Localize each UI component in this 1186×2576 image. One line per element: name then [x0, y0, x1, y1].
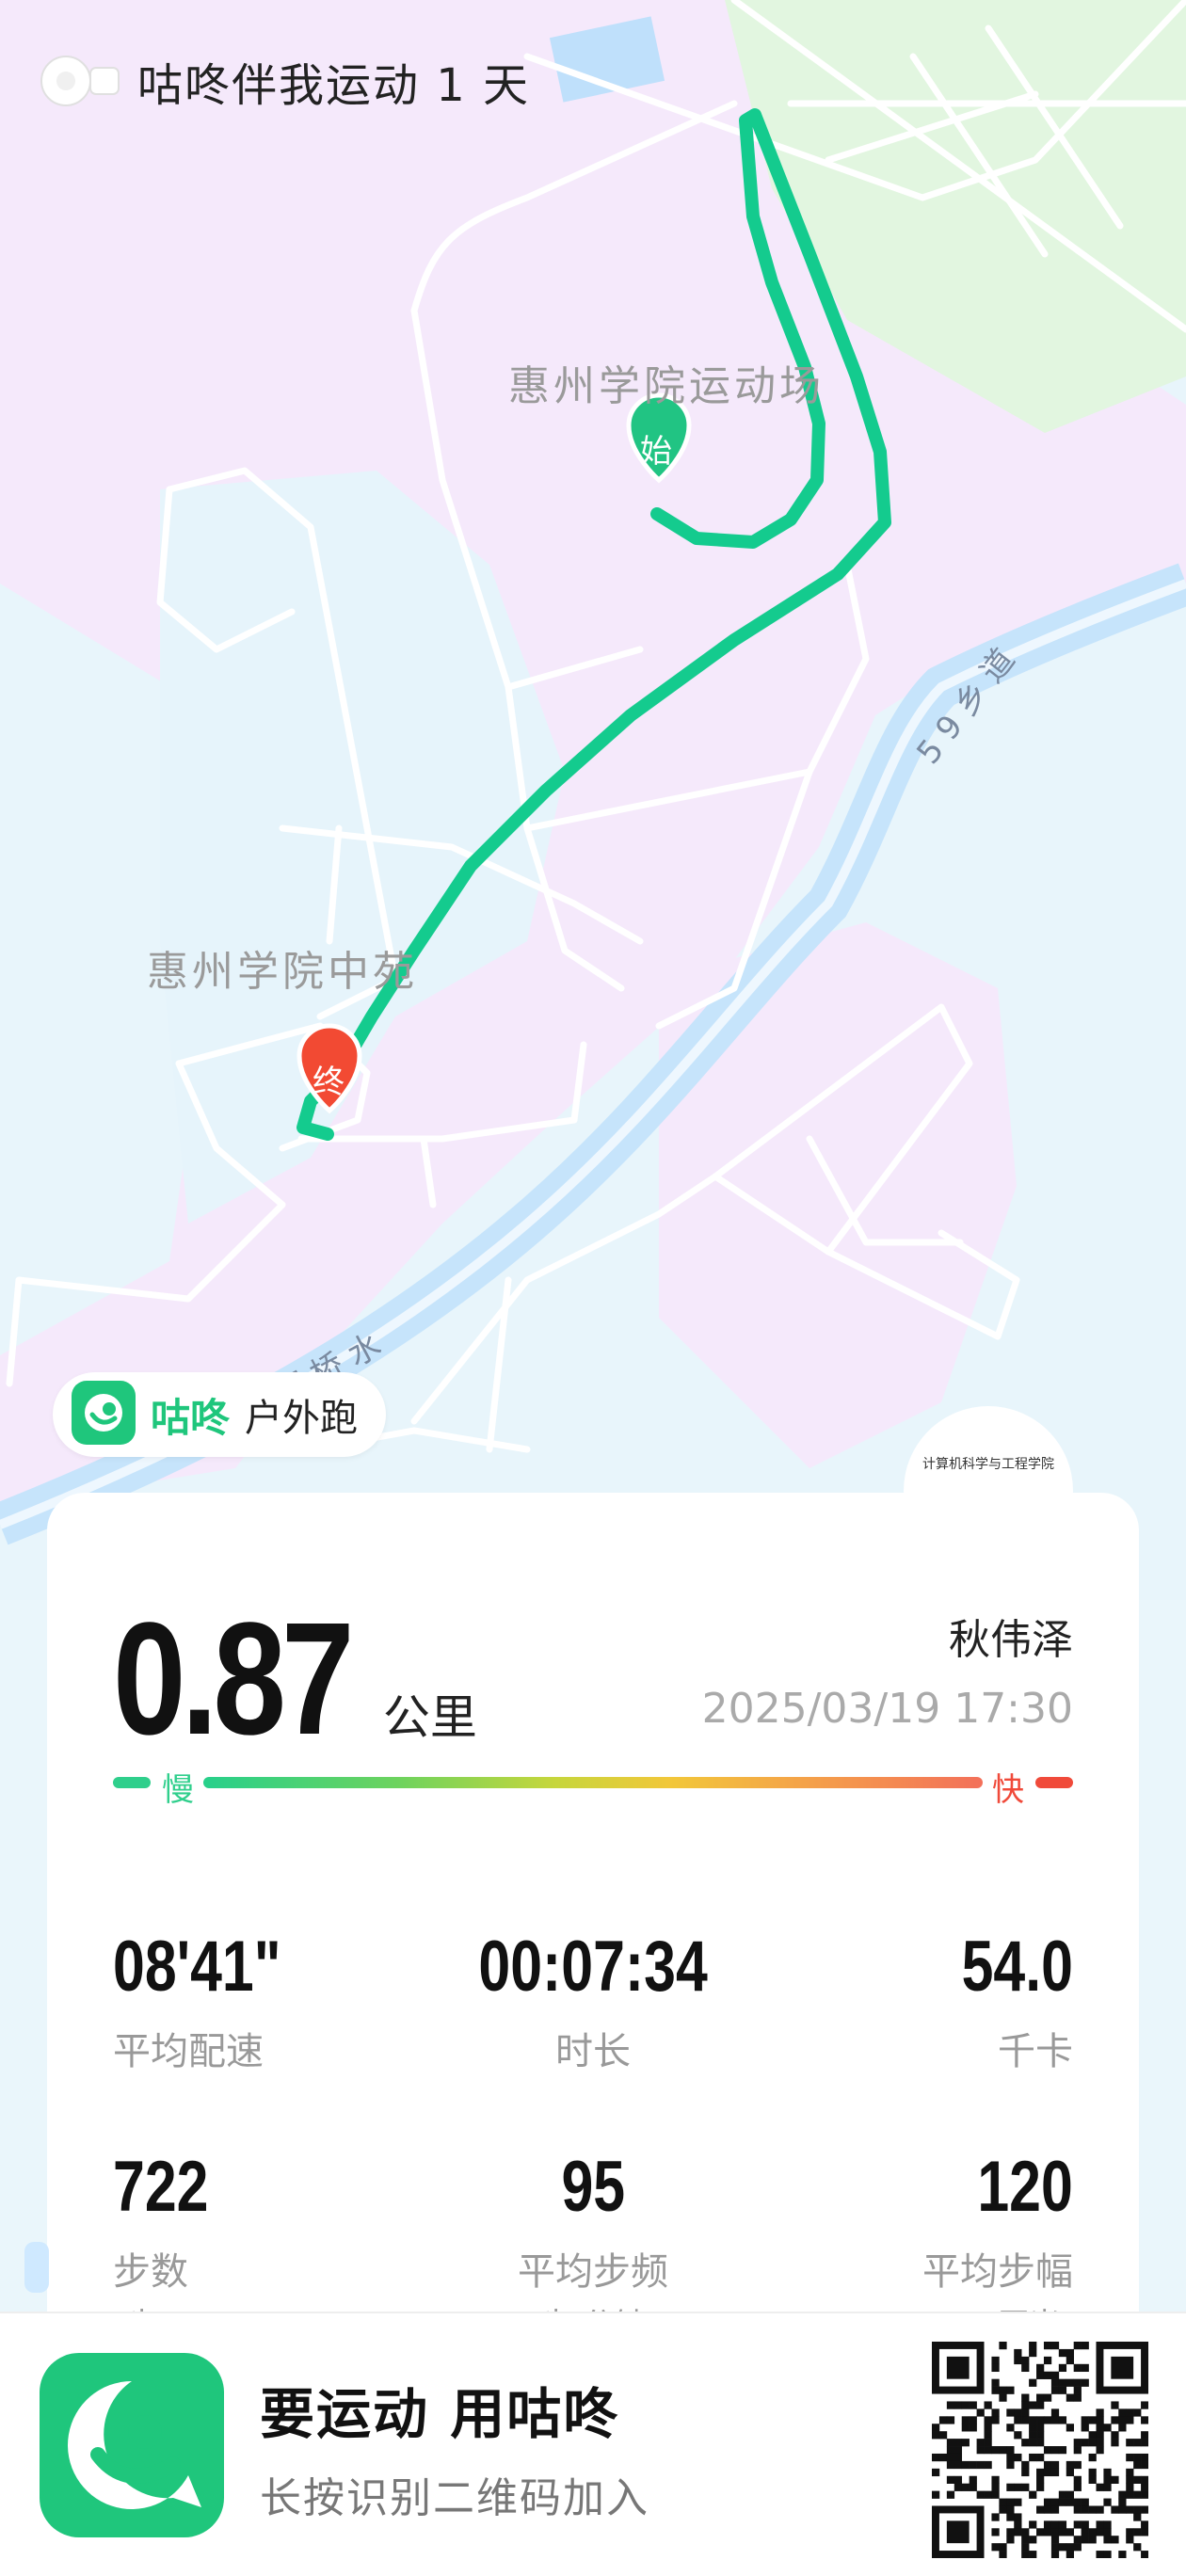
distance-block: 0.87 公里	[113, 1587, 477, 1771]
activity-datetime: 2025/03/19 17:30	[701, 1685, 1073, 1733]
stat-value: 54.0	[961, 1927, 1073, 2007]
footer-hint: 长按识别二维码加入	[260, 2474, 649, 2522]
pace-slow-label: 慢	[162, 1771, 194, 1809]
stat-steps: 722 步数 (步)	[113, 2146, 232, 2320]
distance-unit: 公里	[382, 1690, 477, 1745]
stat-value: 120	[977, 2147, 1073, 2227]
stat-value: 722	[113, 2147, 209, 2227]
sport-type-tag: 咕咚 户外跑	[53, 1372, 387, 1457]
sport-tag-type: 户外跑	[245, 1397, 359, 1440]
app-header: 咕咚伴我运动 1 天	[38, 40, 530, 122]
place-label-central-campus: 惠州学院中苑	[147, 948, 418, 996]
footer-slogan: 要运动 用咕咚	[260, 2382, 620, 2446]
header-title: 咕咚伴我运动 1 天	[137, 59, 531, 112]
stat-stride: 120 平均步幅 (厘米)	[697, 2146, 1073, 2320]
pace-gradient	[203, 1777, 983, 1788]
stat-label: 平均步幅	[922, 2250, 1073, 2294]
stat-value: 95	[561, 2147, 625, 2227]
class-badge-school: 计算机科学与工程学院	[922, 1456, 1054, 1472]
edge-chip	[24, 2242, 49, 2293]
codoon-app-logo-icon	[40, 2353, 224, 2537]
marker-end-label: 终	[313, 1064, 345, 1101]
route-map[interactable]	[0, 0, 1186, 1600]
user-name: 秋伟泽	[949, 1616, 1073, 1664]
share-footer: 要运动 用咕咚 长按识别二维码加入	[0, 2312, 1186, 2576]
stat-label: 平均配速	[113, 2030, 264, 2073]
marker-start-label: 始	[640, 433, 672, 471]
pace-fast-label: 快	[992, 1771, 1024, 1809]
stat-value: 08'41"	[113, 1927, 281, 2007]
stat-calories: 54.0 千卡	[697, 1926, 1073, 2075]
pace-legend-bar: 慢 快	[113, 1756, 1073, 1813]
sport-tag-app: 咕咚	[151, 1394, 231, 1441]
place-label-sports-ground: 惠州学院运动场	[508, 362, 825, 410]
codoon-logo-icon	[38, 40, 120, 122]
stat-value: 00:07:34	[478, 1927, 708, 2007]
distance-value: 0.87	[113, 1590, 355, 1768]
stat-label: 千卡	[998, 2030, 1073, 2073]
codoon-app-icon	[72, 1381, 136, 1448]
qr-code[interactable]	[932, 2342, 1148, 2558]
stat-avg-pace: 08'41" 平均配速	[113, 1926, 323, 2075]
stat-label: 步数	[113, 2250, 188, 2294]
